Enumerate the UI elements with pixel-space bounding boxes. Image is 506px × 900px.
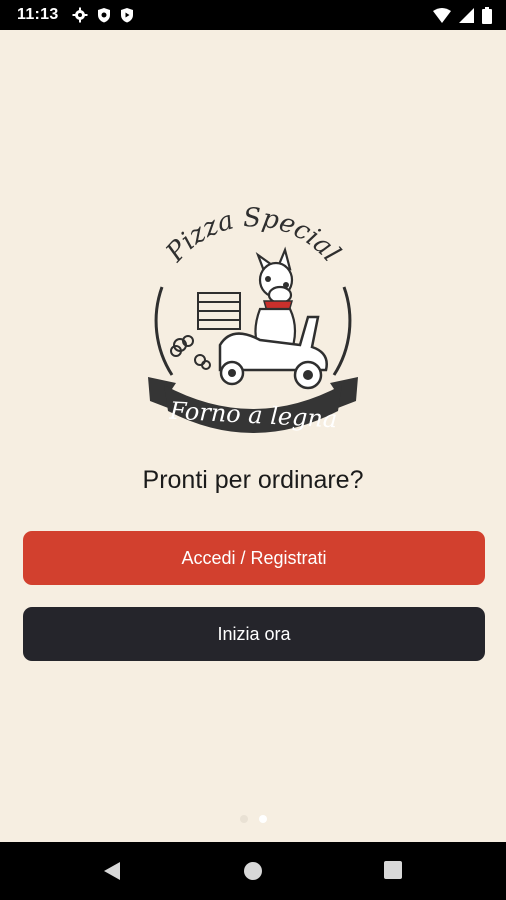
status-bar: 11:13 [0, 0, 506, 30]
wifi-icon [433, 8, 451, 23]
logo-graphic: Pizza Special Forno a legna [148, 203, 358, 433]
logo-brand-text: Pizza Special [160, 203, 346, 268]
page-dot-1[interactable] [240, 815, 248, 823]
start-now-button[interactable]: Inizia ora [23, 607, 485, 661]
pizza-special-logo: Pizza Special Forno a legna [140, 203, 366, 450]
battery-icon [482, 7, 492, 24]
signal-icon [459, 8, 474, 23]
gear-icon [72, 7, 88, 23]
login-register-button[interactable]: Accedi / Registrati [23, 531, 485, 585]
page-dot-2[interactable] [259, 815, 267, 823]
recents-icon[interactable] [384, 861, 402, 884]
system-nav-bar [0, 842, 506, 900]
status-left-icons [72, 7, 134, 23]
status-time: 11:13 [17, 6, 59, 23]
play-shield-icon [120, 7, 134, 23]
home-icon[interactable] [243, 861, 263, 886]
status-right-icons [433, 7, 492, 24]
page-indicator [240, 815, 267, 823]
back-icon[interactable] [102, 861, 122, 886]
svg-text:Pizza Special: Pizza Special [160, 205, 346, 268]
headline: Pronti per ordinare? [142, 466, 364, 494]
shield-icon [97, 7, 111, 23]
